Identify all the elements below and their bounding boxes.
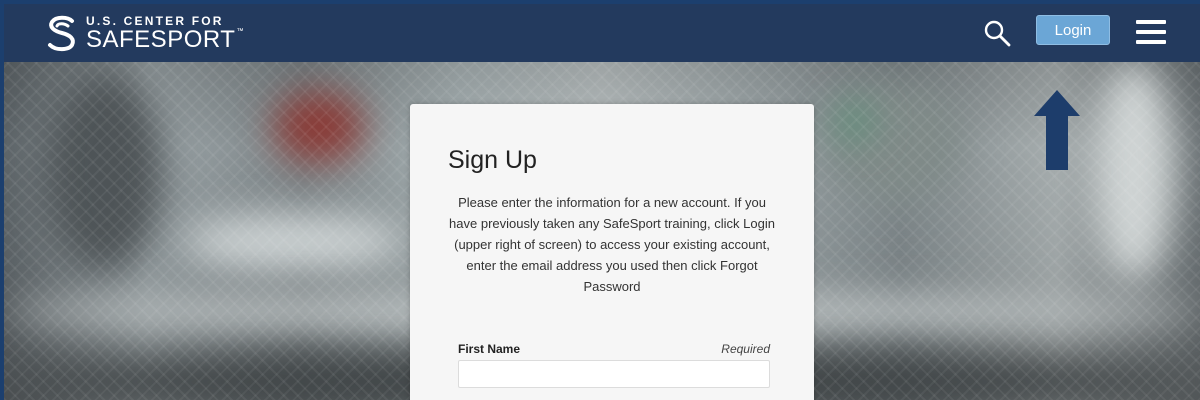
logo-text: U.S. CENTER FOR SAFESPORT™ (86, 15, 244, 52)
logo-line-2: SAFESPORT™ (86, 25, 244, 53)
site-header: U.S. CENTER FOR SAFESPORT™ Login (4, 4, 1200, 62)
signup-card: Sign Up Please enter the information for… (410, 104, 814, 400)
logo-wordmark: SAFESPORT (86, 25, 236, 53)
menu-bar (1136, 30, 1166, 34)
signup-title: Sign Up (448, 146, 537, 174)
first-name-input[interactable] (458, 360, 770, 388)
hamburger-menu-icon[interactable] (1136, 20, 1166, 44)
up-arrow-icon (1034, 90, 1080, 170)
search-icon (984, 20, 1011, 47)
first-name-required-label: Required (721, 342, 770, 356)
first-name-label: First Name (458, 342, 521, 356)
page: U.S. CENTER FOR SAFESPORT™ Login Sign Up… (4, 4, 1200, 400)
safesport-s-logo-icon (48, 15, 75, 52)
signup-description: Please enter the information for a new a… (449, 195, 775, 294)
menu-bar (1136, 40, 1166, 44)
search-button[interactable] (982, 18, 1012, 48)
menu-bar (1136, 20, 1166, 24)
screenshot-frame: U.S. CENTER FOR SAFESPORT™ Login Sign Up… (0, 0, 1200, 400)
safesport-logo[interactable]: U.S. CENTER FOR SAFESPORT™ (44, 12, 244, 54)
trademark-symbol: ™ (236, 27, 244, 35)
login-button[interactable]: Login (1036, 15, 1110, 45)
